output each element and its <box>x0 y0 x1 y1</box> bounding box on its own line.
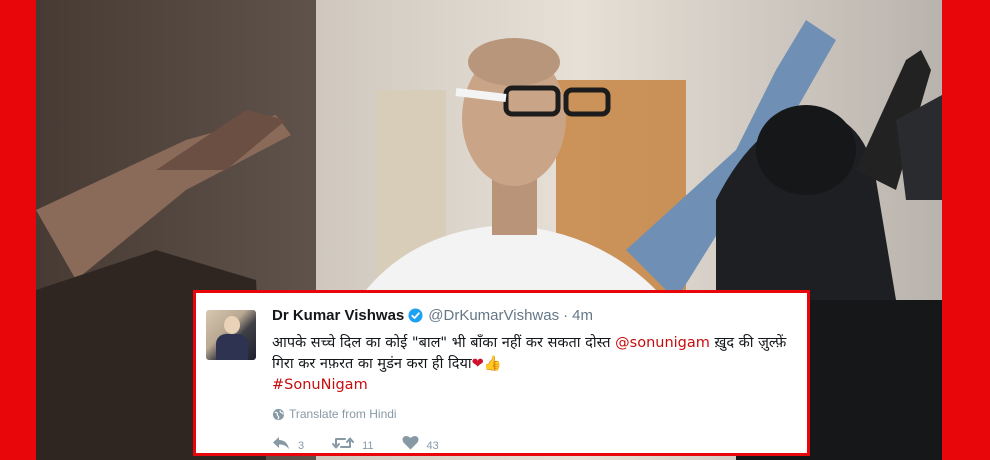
like-count: 43 <box>426 439 439 452</box>
tweet-actions: 3 11 43 <box>272 435 467 452</box>
handle[interactable]: @DrKumarVishwas <box>428 307 559 324</box>
like-button[interactable]: 43 <box>402 435 439 452</box>
retweet-button[interactable]: 11 <box>332 436 374 452</box>
retweet-count: 11 <box>362 439 374 452</box>
tweet-text: आपके सच्चे दिल का कोई "बाल" भी बाँका नही… <box>272 333 800 396</box>
separator: · <box>563 307 569 324</box>
translate-label: Translate from Hindi <box>289 407 397 421</box>
heart-emoji: ❤ <box>471 356 484 372</box>
tweet-card[interactable]: Dr Kumar Vishwas @DrKumarVishwas · 4m आप… <box>193 290 810 456</box>
display-name[interactable]: Dr Kumar Vishwas <box>272 307 404 324</box>
retweet-icon <box>332 437 355 448</box>
globe-icon <box>272 408 285 420</box>
tweet-text-part1: आपके सच्चे दिल का कोई "बाल" भी बाँका नही… <box>272 335 616 351</box>
verified-badge-icon <box>408 308 423 323</box>
avatar[interactable] <box>206 310 256 360</box>
thumbs-up-emoji: 👍 <box>483 356 502 372</box>
timestamp[interactable]: 4m <box>572 307 593 324</box>
tweet-header: Dr Kumar Vishwas @DrKumarVishwas · 4m <box>272 307 593 324</box>
translate-link[interactable]: Translate from Hindi <box>272 407 397 421</box>
hashtag-link[interactable]: #SonuNigam <box>272 377 368 393</box>
reply-button[interactable]: 3 <box>272 436 305 452</box>
reply-icon <box>273 436 289 449</box>
like-icon <box>402 435 419 450</box>
reply-count: 3 <box>298 439 305 452</box>
mention-link[interactable]: @sonunigam <box>615 335 710 351</box>
